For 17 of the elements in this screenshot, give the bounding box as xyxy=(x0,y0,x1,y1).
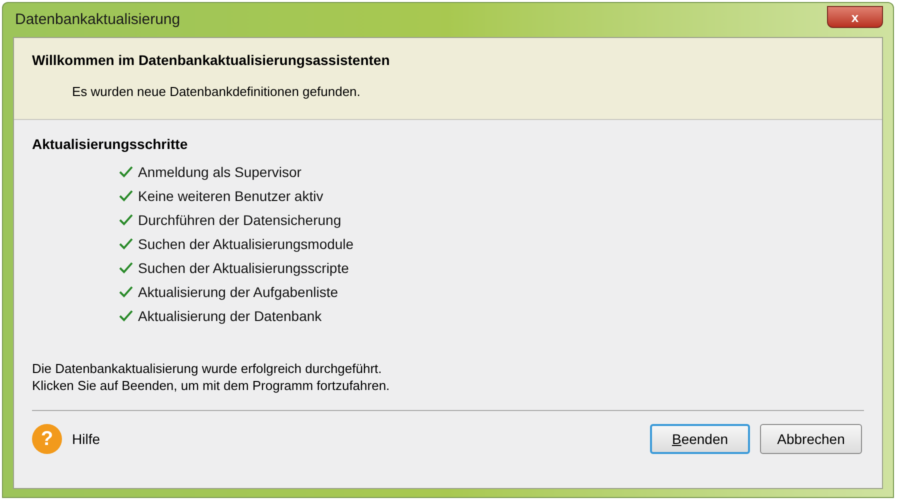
window-title: Datenbankaktualisierung xyxy=(14,10,180,30)
step-label: Aktualisierung der Datenbank xyxy=(138,306,322,326)
step-label: Anmeldung als Supervisor xyxy=(138,162,302,182)
step-label: Keine weiteren Benutzer aktiv xyxy=(138,186,324,206)
dialog-button[interactable]: Abbrechen xyxy=(760,424,862,454)
help-link[interactable]: Hilfe xyxy=(72,428,100,450)
message-text: Klicken Sie auf Beenden, um mit dem Programm fortzufahren. xyxy=(32,377,391,394)
step-label: Suchen der Aktualisierungsmodule xyxy=(138,234,354,254)
header-title: Willkommen im Datenbankaktualisierungsassistenten xyxy=(32,51,391,70)
step-label: Aktualisierung der Aufgabenliste xyxy=(138,282,338,302)
message-text: Die Datenbankaktualisierung wurde erfolgreich durchgeführt. xyxy=(32,360,383,377)
header-subtitle: Es wurden neue Datenbankdefinitionen gefunden. xyxy=(72,83,362,101)
step-label: Suchen der Aktualisierungsscripte xyxy=(138,258,349,278)
dialog-button[interactable]: Beenden xyxy=(650,424,750,454)
section-title: Aktualisierungsschritte xyxy=(32,135,189,154)
step-label: Durchführen der Datensicherung xyxy=(138,210,342,230)
close-button[interactable]: x xyxy=(827,6,883,28)
